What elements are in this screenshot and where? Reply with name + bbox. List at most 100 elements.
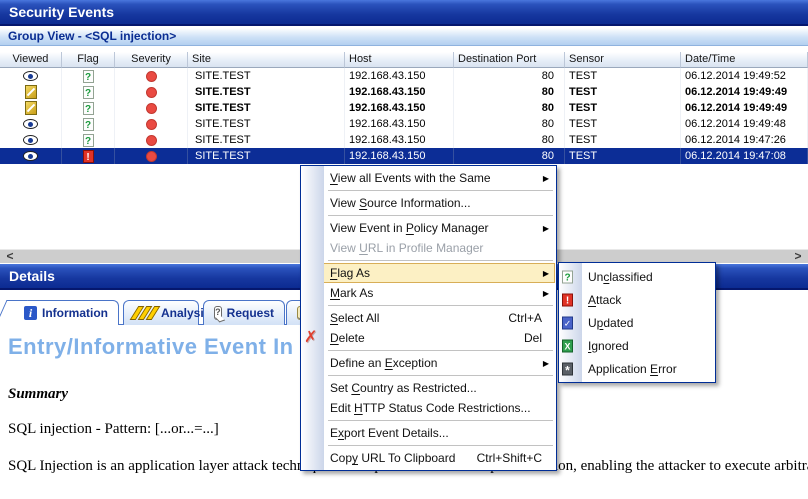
menu-item-copy-url-to-clipboard[interactable]: Copy URL To Clipboard Ctrl+Shift+C — [301, 448, 556, 468]
question-bubble-icon: ? — [214, 306, 222, 320]
cell-severity[interactable] — [115, 100, 188, 116]
cell-viewed[interactable] — [0, 100, 62, 116]
menu-item-label: Export Event Details... — [330, 426, 449, 440]
column-header-viewed[interactable]: Viewed — [0, 52, 62, 68]
cell-site[interactable]: SITE.TEST — [188, 148, 345, 164]
severity-high-icon — [145, 118, 157, 130]
cell-severity[interactable] — [115, 148, 188, 164]
submenu-item-attack[interactable]: ! Attack — [559, 288, 715, 311]
menu-item-define-an-exception[interactable]: Define an Exception ▶ — [301, 353, 556, 373]
context-menu: View all Events with the Same ▶ View Sourc… — [300, 165, 557, 471]
tab-analysis[interactable]: Analysis — [123, 300, 210, 325]
column-header-sensor[interactable]: Sensor — [565, 52, 681, 68]
cell-host[interactable]: 192.168.43.150 — [345, 84, 454, 100]
cell-site[interactable]: SITE.TEST — [188, 100, 345, 116]
submenu-item-application-error[interactable]: * Application Error — [559, 357, 715, 380]
column-header-site[interactable]: Site — [188, 52, 345, 68]
cell-viewed[interactable] — [0, 116, 62, 132]
cell-port[interactable]: 80 — [454, 68, 565, 84]
tab-request[interactable]: ? Request — [203, 300, 285, 325]
menu-item-set-country-as-restricted[interactable]: Set Country as Restricted... — [301, 378, 556, 398]
flag-unclassified-icon: ? — [82, 101, 94, 115]
cell-datetime[interactable]: 06.12.2014 19:49:48 — [681, 116, 808, 132]
cell-host[interactable]: 192.168.43.150 — [345, 132, 454, 148]
menu-item-flag-as[interactable]: Flag As ▶ — [301, 263, 556, 283]
cell-severity[interactable] — [115, 84, 188, 100]
cell-sensor[interactable]: TEST — [565, 100, 681, 116]
cell-host[interactable]: 192.168.43.150 — [345, 100, 454, 116]
cell-site[interactable]: SITE.TEST — [188, 84, 345, 100]
event-row[interactable]: ? SITE.TEST 192.168.43.150 80 TEST 06.12.2014… — [0, 68, 808, 84]
scroll-left-arrow-icon[interactable]: < — [2, 250, 18, 263]
cell-port[interactable]: 80 — [454, 84, 565, 100]
tab-label: Information — [42, 306, 108, 320]
cell-site[interactable]: SITE.TEST — [188, 116, 345, 132]
cell-site[interactable]: SITE.TEST — [188, 132, 345, 148]
cell-flag[interactable]: ! — [62, 148, 115, 164]
cell-viewed[interactable] — [0, 84, 62, 100]
cell-host[interactable]: 192.168.43.150 — [345, 116, 454, 132]
cell-severity[interactable] — [115, 132, 188, 148]
menu-item-export-event-details[interactable]: Export Event Details... — [301, 423, 556, 443]
cell-port[interactable]: 80 — [454, 132, 565, 148]
cell-datetime[interactable]: 06.12.2014 19:49:52 — [681, 68, 808, 84]
menu-shortcut: Del — [523, 331, 542, 345]
column-header-host[interactable]: Host — [345, 52, 454, 68]
column-header-destination-port[interactable]: Destination Port — [454, 52, 565, 68]
scroll-right-arrow-icon[interactable]: > — [790, 250, 806, 263]
event-row[interactable]: ! SITE.TEST 192.168.43.150 80 TEST 06.12.2014… — [0, 148, 808, 164]
flag-attack-icon: ! — [82, 149, 94, 163]
submenu-item-updated[interactable]: ✓ Updated — [559, 311, 715, 334]
cell-datetime[interactable]: 06.12.2014 19:47:08 — [681, 148, 808, 164]
cell-host[interactable]: 192.168.43.150 — [345, 148, 454, 164]
cell-severity[interactable] — [115, 68, 188, 84]
menu-item-delete[interactable]: ✗ Delete Del — [301, 328, 556, 348]
menu-item-view-source-information[interactable]: View Source Information... — [301, 193, 556, 213]
cell-flag[interactable]: ? — [62, 68, 115, 84]
cell-flag[interactable]: ? — [62, 84, 115, 100]
cell-viewed[interactable] — [0, 148, 62, 164]
menu-item-label: Define an Exception — [330, 356, 438, 370]
menu-item-select-all[interactable]: Select All Ctrl+A — [301, 308, 556, 328]
cell-sensor[interactable]: TEST — [565, 132, 681, 148]
event-row[interactable]: ? SITE.TEST 192.168.43.150 80 TEST 06.12.2014… — [0, 100, 808, 116]
menu-item-view-all-events-with-the-same[interactable]: View all Events with the Same ▶ — [301, 168, 556, 188]
cell-sensor[interactable]: TEST — [565, 148, 681, 164]
cell-flag[interactable]: ? — [62, 116, 115, 132]
event-row[interactable]: ? SITE.TEST 192.168.43.150 80 TEST 06.12.2014… — [0, 116, 808, 132]
menu-item-mark-as[interactable]: Mark As ▶ — [301, 283, 556, 303]
cell-datetime[interactable]: 06.12.2014 19:49:49 — [681, 84, 808, 100]
submenu-item-ignored[interactable]: X Ignored — [559, 334, 715, 357]
eye-icon — [23, 119, 38, 129]
cell-viewed[interactable] — [0, 68, 62, 84]
cell-host[interactable]: 192.168.43.150 — [345, 68, 454, 84]
cell-sensor[interactable]: TEST — [565, 84, 681, 100]
cell-severity[interactable] — [115, 116, 188, 132]
cell-port[interactable]: 80 — [454, 100, 565, 116]
cell-sensor[interactable]: TEST — [565, 68, 681, 84]
event-row[interactable]: ? SITE.TEST 192.168.43.150 80 TEST 06.12.2014… — [0, 132, 808, 148]
cell-port[interactable]: 80 — [454, 148, 565, 164]
column-header-date-time[interactable]: Date/Time — [681, 52, 808, 68]
summary-label: Summary — [8, 386, 69, 402]
submenu-item-unclassified[interactable]: ? Unclassified — [559, 265, 715, 288]
cell-site[interactable]: SITE.TEST — [188, 68, 345, 84]
cell-flag[interactable]: ? — [62, 132, 115, 148]
column-header-severity[interactable]: Severity — [115, 52, 188, 68]
menu-item-edit-http-status-code-restrictions[interactable]: Edit HTTP Status Code Restrictions... — [301, 398, 556, 418]
tab-information[interactable]: i Information — [13, 300, 119, 325]
submenu-arrow-icon: ▶ — [542, 359, 549, 368]
lightning-icon — [129, 306, 161, 320]
cell-port[interactable]: 80 — [454, 116, 565, 132]
menu-item-view-url-in-profile-manager[interactable]: View URL in Profile Manager — [301, 238, 556, 258]
table-header: Viewed Flag Severity Site Host Destination Po… — [0, 52, 808, 68]
cell-viewed[interactable] — [0, 132, 62, 148]
flag-unclassified-icon: ? — [82, 85, 94, 99]
cell-sensor[interactable]: TEST — [565, 116, 681, 132]
event-row[interactable]: ? SITE.TEST 192.168.43.150 80 TEST 06.12.2014… — [0, 84, 808, 100]
menu-item-view-event-in-policy-manager[interactable]: View Event in Policy Manager ▶ — [301, 218, 556, 238]
cell-datetime[interactable]: 06.12.2014 19:49:49 — [681, 100, 808, 116]
cell-datetime[interactable]: 06.12.2014 19:47:26 — [681, 132, 808, 148]
column-header-flag[interactable]: Flag — [62, 52, 115, 68]
cell-flag[interactable]: ? — [62, 100, 115, 116]
